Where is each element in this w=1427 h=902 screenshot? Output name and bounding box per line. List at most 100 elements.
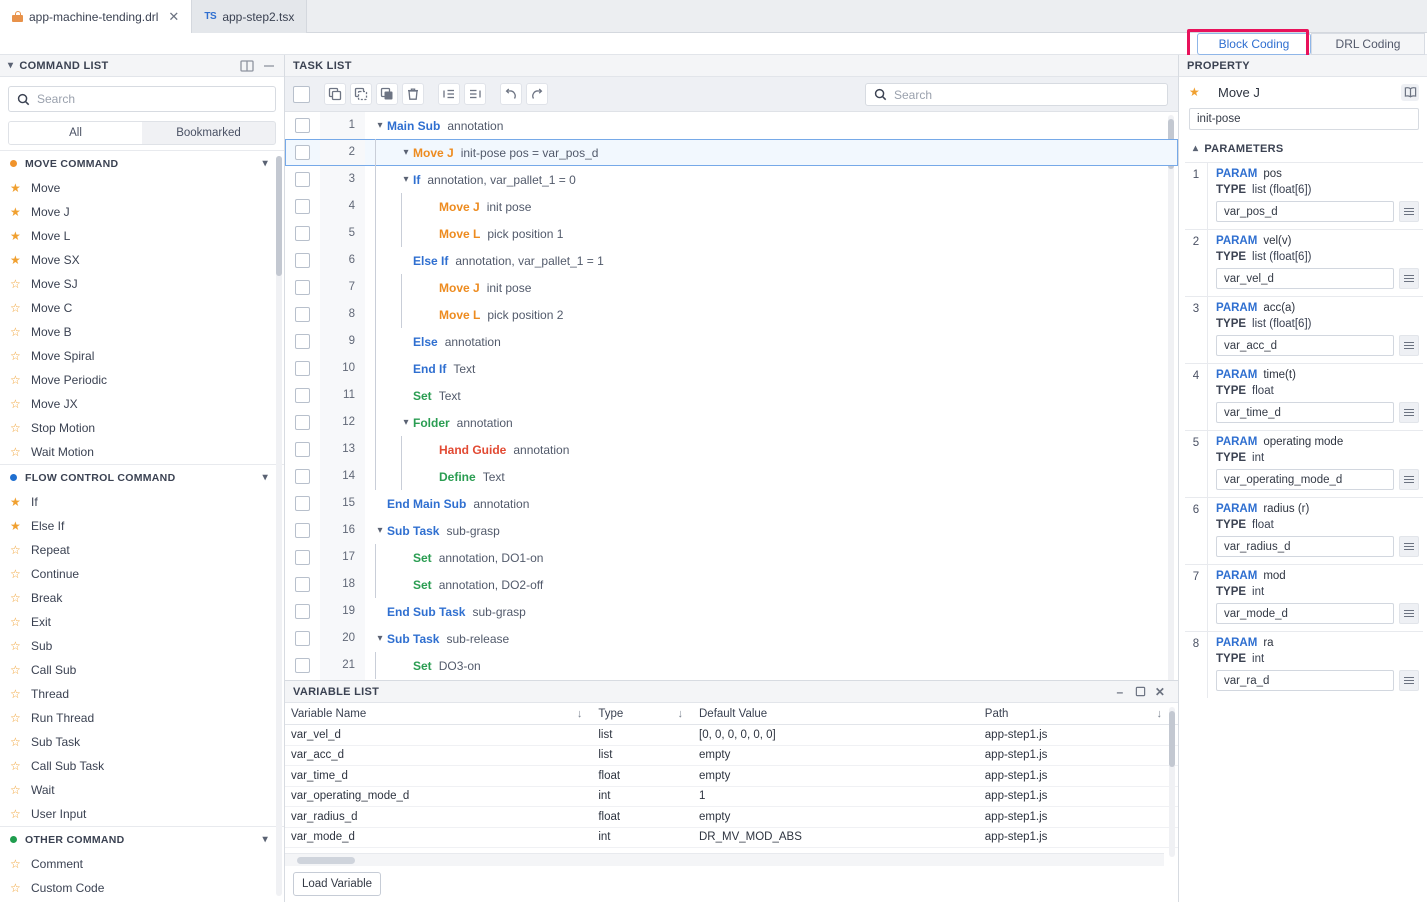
command-item[interactable]: ☆ Move Periodic [0,368,284,392]
variable-row[interactable]: var_vel_d list [0, 0, 0, 0, 0, 0] app-step1… [285,725,1178,746]
command-list-scroll[interactable]: MOVE COMMAND ▾ ★ Move ★ Move J ★ Move L ★ Move SX… [0,150,284,902]
parameter-value-input[interactable]: var_ra_d [1216,670,1394,691]
command-item[interactable]: ☆ User Input [0,802,284,826]
task-row[interactable]: 12 ▾ Folder annotation [285,409,1178,436]
close-icon[interactable]: ✕ [168,10,179,23]
command-item[interactable]: ☆ Call Sub Task [0,754,284,778]
row-checkbox[interactable] [295,442,310,457]
file-tab-drl[interactable]: app-machine-tending.drl ✕ [0,0,193,33]
row-checkbox[interactable] [295,388,310,403]
star-outline-icon[interactable]: ☆ [10,881,22,895]
column-default-value[interactable]: Default Value [699,708,985,720]
row-checkbox[interactable] [295,550,310,565]
command-item[interactable]: ☆ Custom Code [0,876,284,900]
command-item[interactable]: ☆ Exit [0,610,284,634]
documentation-icon[interactable] [1401,83,1419,101]
command-item[interactable]: ★ Else If [0,514,284,538]
parameter-menu-icon[interactable] [1399,402,1419,423]
property-name-input[interactable]: init-pose [1189,108,1419,130]
star-outline-icon[interactable]: ☆ [10,277,22,291]
parameter-menu-icon[interactable] [1399,335,1419,356]
row-content[interactable]: Set annotation, DO2-off [365,571,1178,598]
task-row[interactable]: 16 ▾ Sub Task sub-grasp [285,517,1178,544]
row-content[interactable]: Hand Guide annotation [365,436,1178,463]
star-filled-icon[interactable]: ★ [10,519,22,533]
command-item[interactable]: ☆ Wait Motion [0,440,284,464]
task-row[interactable]: 3 ▾ If annotation, var_pallet_1 = 0 [285,166,1178,193]
parameter-value-input[interactable]: var_time_d [1216,402,1394,423]
column-path[interactable]: Path ↓ [985,708,1178,720]
chevron-down-icon[interactable]: ▾ [399,147,413,158]
command-group-header[interactable]: FLOW CONTROL COMMAND ▾ [0,464,284,490]
star-outline-icon[interactable]: ☆ [10,783,22,797]
indent-button[interactable] [464,83,486,105]
task-row[interactable]: 18 Set annotation, DO2-off [285,571,1178,598]
star-outline-icon[interactable]: ☆ [10,759,22,773]
task-row[interactable]: 9 Else annotation [285,328,1178,355]
parameter-value-input[interactable]: var_radius_d [1216,536,1394,557]
row-content[interactable]: Move J init pose [365,274,1178,301]
star-filled-icon[interactable]: ★ [10,229,22,243]
task-rows-container[interactable]: 1 ▾ Main Sub annotation 2 ▾ Move Jinit-pose po… [285,112,1178,737]
undo-button[interactable] [500,83,522,105]
task-row[interactable]: 20 ▾ Sub Task sub-release [285,625,1178,652]
chevron-down-icon[interactable]: ▾ [399,417,413,428]
command-item[interactable]: ☆ Thread [0,682,284,706]
layout-toggle-icon[interactable] [240,59,254,72]
task-row[interactable]: 21 Set DO3-on [285,652,1178,679]
task-row[interactable]: 1 ▾ Main Sub annotation [285,112,1178,139]
row-content[interactable]: End Main Sub annotation [365,490,1178,517]
row-content[interactable]: Set DO3-on [365,652,1178,679]
row-content[interactable]: End Sub Task sub-grasp [365,598,1178,625]
command-item[interactable]: ☆ Call Sub [0,658,284,682]
star-outline-icon[interactable]: ☆ [10,615,22,629]
copy-button[interactable] [324,83,346,105]
variable-row[interactable]: var_acc_d list empty app-step1.js [285,746,1178,766]
row-content[interactable]: ▾ Sub Task sub-release [365,625,1178,652]
column-type[interactable]: Type ↓ [598,708,699,720]
command-list-scrollbar-thumb[interactable] [276,156,282,276]
star-filled-icon[interactable]: ★ [10,205,22,219]
row-content[interactable]: Else If annotation, var_pallet_1 = 1 [365,247,1178,274]
task-row[interactable]: 17 Set annotation, DO1-on [285,544,1178,571]
command-item[interactable]: ☆ Stop Motion [0,416,284,440]
row-checkbox[interactable] [295,523,310,538]
task-row[interactable]: 15 End Main Sub annotation [285,490,1178,517]
command-item[interactable]: ★ Move SX [0,248,284,272]
chevron-down-icon[interactable]: ▾ [373,525,387,536]
variable-row[interactable]: var_operating_mode_d int 1 app-step1.js [285,787,1178,807]
parameter-value-input[interactable]: var_vel_d [1216,268,1394,289]
row-checkbox[interactable] [295,469,310,484]
star-outline-icon[interactable]: ☆ [10,397,22,411]
row-checkbox[interactable] [295,145,310,160]
variable-list-hscrollbar-thumb[interactable] [297,857,355,864]
minimize-icon[interactable]: – [1110,684,1130,700]
duplicate-button[interactable] [350,83,372,105]
chevron-down-icon[interactable]: ▾ [263,472,268,483]
star-filled-icon[interactable]: ★ [10,253,22,267]
command-item[interactable]: ★ Move L [0,224,284,248]
task-row[interactable]: 8 Move L pick position 2 [285,301,1178,328]
task-row[interactable]: 10 End If Text [285,355,1178,382]
sort-icon[interactable]: ↓ [678,708,684,720]
variable-row[interactable]: var_time_d float empty app-step1.js [285,766,1178,787]
tab-block-coding[interactable]: Block Coding [1197,33,1311,55]
maximize-icon[interactable] [1130,684,1150,700]
star-icon[interactable]: ★ [1189,85,1201,99]
parameters-section-header[interactable]: ▴ PARAMETERS [1185,135,1423,162]
star-outline-icon[interactable]: ☆ [10,543,22,557]
delete-button[interactable] [402,83,424,105]
chevron-up-icon[interactable]: ▴ [1193,143,1198,154]
star-filled-icon[interactable]: ★ [10,495,22,509]
row-checkbox[interactable] [295,334,310,349]
row-checkbox[interactable] [295,253,310,268]
row-checkbox[interactable] [295,199,310,214]
row-content[interactable]: ▾ If annotation, var_pallet_1 = 0 [365,166,1178,193]
task-row[interactable]: 19 End Sub Task sub-grasp [285,598,1178,625]
star-outline-icon[interactable]: ☆ [10,639,22,653]
task-row[interactable]: 14 Define Text [285,463,1178,490]
command-item[interactable]: ☆ Break [0,586,284,610]
row-content[interactable]: Move L pick position 1 [365,220,1178,247]
row-checkbox[interactable] [295,280,310,295]
star-outline-icon[interactable]: ☆ [10,711,22,725]
